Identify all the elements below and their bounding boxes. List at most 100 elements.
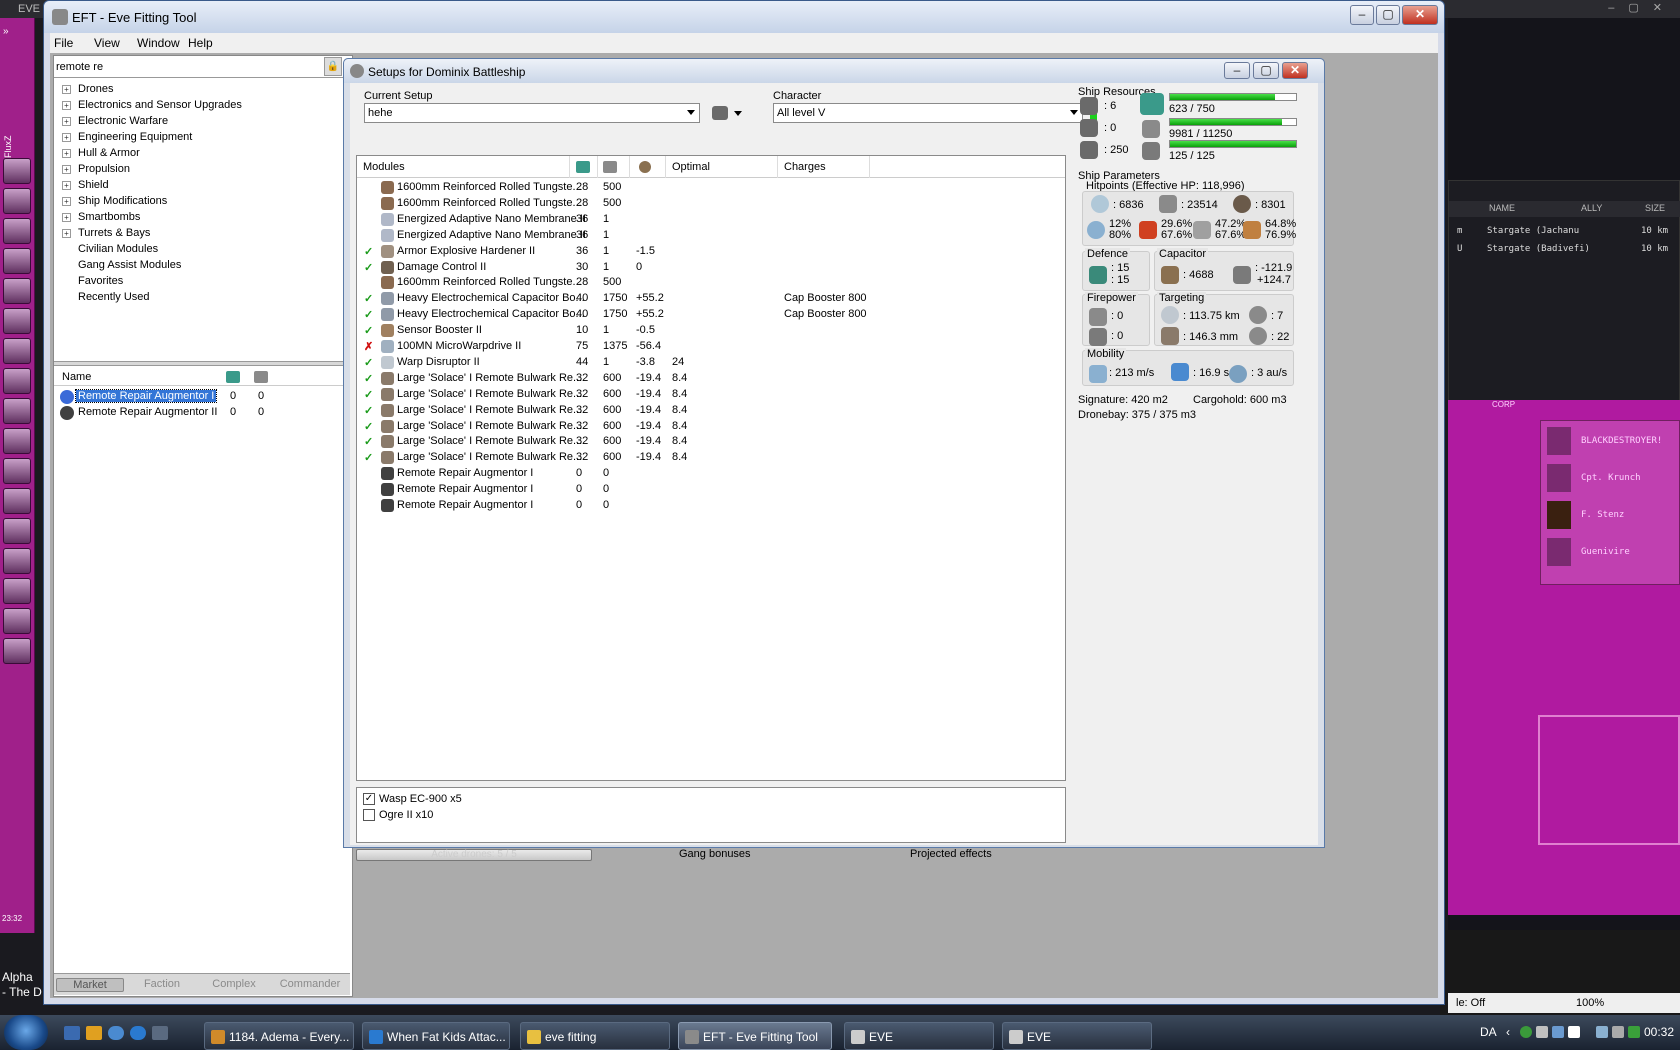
expand-icon[interactable]: +: [62, 117, 71, 126]
maximize-button[interactable]: ▢: [1376, 5, 1400, 25]
result-row[interactable]: Remote Repair Augmentor I 0 0: [58, 389, 348, 405]
neocom-face-icon[interactable]: [3, 608, 31, 634]
setup-minimize-button[interactable]: –: [1224, 62, 1250, 79]
neocom-character-icon[interactable]: [3, 188, 31, 214]
module-row[interactable]: ✓ Damage Control II 30 1 0: [357, 260, 1065, 276]
neocom-corp-icon[interactable]: [3, 488, 31, 514]
neocom-assets-icon[interactable]: [3, 398, 31, 424]
current-setup-select[interactable]: hehe: [364, 103, 700, 123]
tab-market[interactable]: Market: [56, 978, 124, 992]
neocom-people-icon[interactable]: [3, 248, 31, 274]
neocom-chat-icon[interactable]: [3, 278, 31, 304]
module-state-icon[interactable]: ✓: [364, 451, 373, 464]
minimize-button[interactable]: –: [1350, 5, 1374, 25]
module-row[interactable]: Energized Adaptive Nano Membrane II 36 1: [357, 228, 1065, 244]
menu-window[interactable]: Window: [137, 36, 180, 50]
taskbar-button[interactable]: EVE: [844, 1022, 994, 1050]
tray-expand-icon[interactable]: ‹: [1506, 1025, 1510, 1039]
gang-bonuses-button[interactable]: Gang bonuses: [679, 848, 751, 860]
module-row[interactable]: ✓ Large 'Solace' I Remote Bulwark Re... 32…: [357, 450, 1065, 466]
col-modules[interactable]: Modules: [363, 161, 405, 173]
neocom-mail-icon[interactable]: [3, 218, 31, 244]
results-col-name[interactable]: Name: [62, 371, 91, 383]
neocom-expand-icon[interactable]: »: [3, 26, 31, 50]
module-row[interactable]: ✗ 100MN MicroWarpdrive II 75 1375 -56.4: [357, 339, 1065, 355]
neocom-audio-icon[interactable]: [3, 578, 31, 604]
powergrid-column-icon[interactable]: [603, 161, 617, 173]
powergrid-column-icon[interactable]: [254, 371, 268, 383]
clock[interactable]: 00:32: [1644, 1025, 1674, 1039]
module-row[interactable]: 1600mm Reinforced Rolled Tungste... 28 500: [357, 196, 1065, 212]
taskbar-button[interactable]: When Fat Kids Attac...: [362, 1022, 510, 1050]
module-state-icon[interactable]: ✓: [364, 356, 373, 369]
start-button[interactable]: [4, 1015, 48, 1050]
module-row[interactable]: ✓ Heavy Electrochemical Capacitor Bo... 40…: [357, 291, 1065, 307]
col-optimal[interactable]: Optimal: [672, 161, 710, 173]
projected-effects-button[interactable]: Projected effects: [910, 848, 992, 860]
capacitor-column-icon[interactable]: [639, 161, 651, 173]
setup-maximize-button[interactable]: ▢: [1253, 62, 1279, 79]
expand-icon[interactable]: +: [62, 229, 71, 238]
menu-view[interactable]: View: [94, 36, 120, 50]
module-row[interactable]: ✓ Warp Disruptor II 44 1 -3.8 24: [357, 355, 1065, 371]
show-desktop-icon[interactable]: [64, 1026, 80, 1040]
module-state-icon[interactable]: ✗: [364, 340, 373, 353]
result-row[interactable]: Remote Repair Augmentor II 0 0: [58, 405, 348, 421]
neocom-market-icon[interactable]: [3, 518, 31, 544]
module-row[interactable]: ✓ Large 'Solace' I Remote Bulwark Re... 32…: [357, 403, 1065, 419]
media-player-icon[interactable]: [86, 1026, 102, 1040]
volume-icon[interactable]: [1612, 1026, 1624, 1038]
module-row[interactable]: ✓ Armor Explosive Hardener II 36 1 -1.5: [357, 244, 1065, 260]
overview-col-size[interactable]: SIZE: [1645, 203, 1665, 213]
list-item[interactable]: Cpt. Krunch: [1545, 461, 1675, 495]
setup-close-button[interactable]: ✕: [1282, 62, 1308, 79]
eve-window-controls[interactable]: –▢✕: [1608, 1, 1676, 14]
ship-select-icon[interactable]: [706, 103, 746, 123]
taskbar-button[interactable]: eve fitting: [520, 1022, 670, 1050]
module-row[interactable]: ✓ Heavy Electrochemical Capacitor Bo... 40…: [357, 307, 1065, 323]
neocom-settings-icon[interactable]: [3, 638, 31, 664]
overview-row[interactable]: m Stargate (Jachanu 10 km: [1449, 223, 1680, 241]
neocom-map-icon[interactable]: [3, 338, 31, 364]
tray-flag-icon[interactable]: [1568, 1026, 1580, 1038]
module-state-icon[interactable]: ✓: [364, 435, 373, 448]
tray-monitor-icon[interactable]: [1552, 1026, 1564, 1038]
module-row[interactable]: Energized Adaptive Nano Membrane II 36 1: [357, 212, 1065, 228]
taskbar-button[interactable]: EFT - Eve Fitting Tool: [678, 1022, 832, 1050]
neocom-notepad-icon[interactable]: [3, 308, 31, 334]
browser-icon[interactable]: [108, 1026, 124, 1040]
drone-checkbox[interactable]: ✓: [363, 793, 375, 805]
module-state-icon[interactable]: ✓: [364, 292, 373, 305]
internet-explorer-icon[interactable]: [130, 1026, 146, 1040]
expand-icon[interactable]: +: [62, 213, 71, 222]
module-state-icon[interactable]: ✓: [364, 261, 373, 274]
module-row[interactable]: 1600mm Reinforced Rolled Tungste... 28 500: [357, 275, 1065, 291]
expand-icon[interactable]: +: [62, 197, 71, 206]
cpu-column-icon[interactable]: [576, 161, 590, 173]
list-item[interactable]: F. Stenz: [1545, 498, 1675, 532]
taskbar-button[interactable]: EVE: [1002, 1022, 1152, 1050]
expand-icon[interactable]: +: [62, 101, 71, 110]
menu-help[interactable]: Help: [188, 36, 213, 50]
taskbar-button[interactable]: 1184. Adema - Every...: [204, 1022, 354, 1050]
module-row[interactable]: ✓ Large 'Solace' I Remote Bulwark Re... 32…: [357, 371, 1065, 387]
character-select[interactable]: All level V: [773, 103, 1083, 123]
neocom-star-icon[interactable]: [3, 368, 31, 394]
module-row[interactable]: Remote Repair Augmentor I 0 0: [357, 498, 1065, 514]
pane-splitter[interactable]: [54, 361, 350, 366]
expand-icon[interactable]: +: [62, 181, 71, 190]
tray-network-icon[interactable]: [1520, 1026, 1532, 1038]
module-state-icon[interactable]: ✓: [364, 372, 373, 385]
overview-col-ally[interactable]: ALLY: [1581, 203, 1602, 213]
tab-faction[interactable]: Faction: [132, 978, 192, 992]
tab-complex[interactable]: Complex: [202, 978, 266, 992]
module-state-icon[interactable]: ✓: [364, 245, 373, 258]
module-row[interactable]: ✓ Large 'Solace' I Remote Bulwark Re... 32…: [357, 419, 1065, 435]
expand-icon[interactable]: +: [62, 85, 71, 94]
expand-icon[interactable]: +: [62, 133, 71, 142]
module-state-icon[interactable]: ✓: [364, 308, 373, 321]
list-item[interactable]: BLACKDESTROYER!: [1545, 424, 1675, 458]
module-state-icon[interactable]: ✓: [364, 388, 373, 401]
drone-checkbox[interactable]: [363, 809, 375, 821]
module-state-icon[interactable]: ✓: [364, 324, 373, 337]
